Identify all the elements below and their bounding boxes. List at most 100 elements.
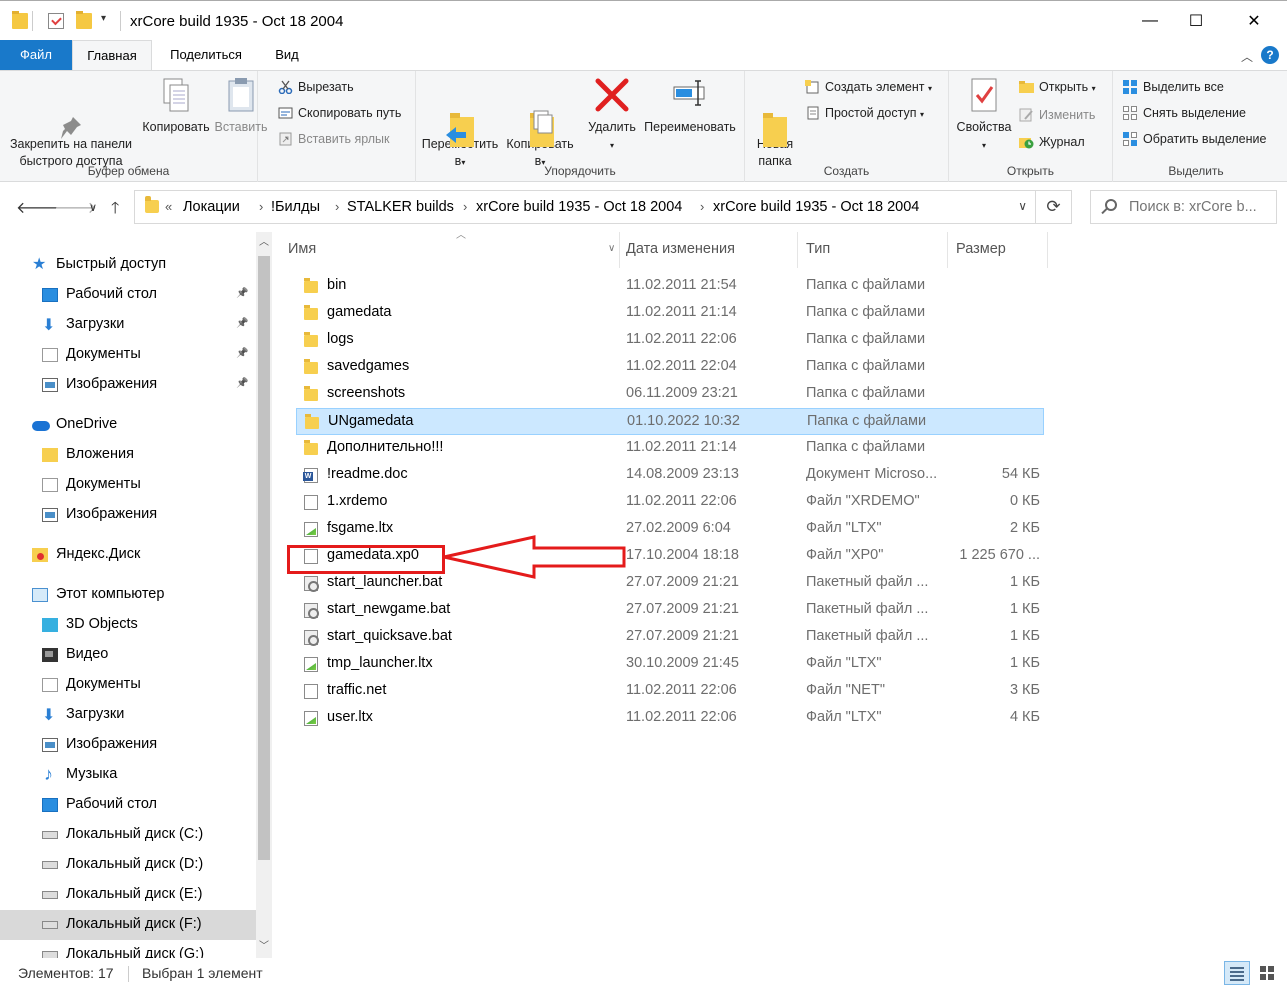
column-header-type[interactable]: Тип — [798, 232, 948, 268]
edit-button[interactable]: Изменить — [1017, 105, 1095, 125]
breadcrumb[interactable]: Локации — [183, 199, 240, 215]
breadcrumb-separator-icon[interactable]: › — [463, 199, 467, 214]
tab-home[interactable]: Главная — [72, 40, 152, 71]
breadcrumb[interactable]: !Билды — [271, 199, 320, 215]
properties-button[interactable]: Свойства ▾ — [953, 75, 1015, 154]
select-none-button[interactable]: Снять выделение — [1121, 103, 1246, 123]
file-row[interactable]: fsgame.ltx 27.02.2009 6:04 Файл "LTX" 2 КБ — [296, 516, 1044, 543]
breadcrumb[interactable]: xrCore build 1935 - Oct 18 2004 — [476, 199, 682, 215]
file-row[interactable]: tmp_launcher.ltx 30.10.2009 21:45 Файл "LT… — [296, 651, 1044, 678]
help-icon[interactable]: ? — [1261, 46, 1279, 64]
open-button[interactable]: Открыть ▾ — [1017, 77, 1096, 97]
details-view-icon[interactable] — [1224, 961, 1250, 985]
address-dropdown-chevron-icon[interactable]: ∨ — [1018, 199, 1027, 213]
sidebar-item[interactable]: Загрузки 📌 — [0, 310, 256, 340]
breadcrumb[interactable]: xrCore build 1935 - Oct 18 2004 — [713, 199, 919, 215]
rename-button[interactable]: Переименовать — [640, 75, 740, 136]
new-item-button[interactable]: Создать элемент ▾ — [803, 77, 932, 97]
delete-button[interactable]: Удалить ▾ — [582, 75, 642, 154]
history-button[interactable]: Журнал — [1017, 132, 1085, 152]
sidebar-item[interactable]: Рабочий стол — [0, 790, 256, 820]
sidebar-item[interactable]: Изображения — [0, 730, 256, 760]
minimize-button[interactable]: — — [1127, 1, 1173, 41]
file-row[interactable]: traffic.net 11.02.2011 22:06 Файл "NET" 3 К… — [296, 678, 1044, 705]
file-row[interactable]: 1.xrdemo 11.02.2011 22:06 Файл "XRDEMO" 0 К… — [296, 489, 1044, 516]
file-row[interactable]: user.ltx 11.02.2011 22:06 Файл "LTX" 4 КБ — [296, 705, 1044, 732]
file-row[interactable]: start_newgame.bat 27.07.2009 21:21 Пакетны… — [296, 597, 1044, 624]
file-row[interactable]: UNgamedata 01.10.2022 10:32 Папка с файлам… — [296, 408, 1044, 435]
copy-path-button[interactable]: Скопировать путь — [276, 103, 401, 123]
sidebar-item[interactable]: 3D Objects — [0, 610, 256, 640]
file-row[interactable]: start_quicksave.bat 27.07.2009 21:21 Пакет… — [296, 624, 1044, 651]
breadcrumb-separator-icon[interactable]: › — [259, 199, 263, 214]
column-filter-chevron-icon[interactable]: ∨ — [608, 232, 615, 266]
breadcrumb-separator-icon[interactable]: › — [700, 199, 704, 214]
properties-quick-icon[interactable] — [48, 13, 64, 29]
sidebar-item[interactable]: Локальный диск (E:) — [0, 880, 256, 910]
sidebar-item[interactable]: Локальный диск (D:) — [0, 850, 256, 880]
file-row[interactable]: screenshots 06.11.2009 23:21 Папка с файла… — [296, 381, 1044, 408]
move-to-button[interactable]: Переместить в▾ — [420, 75, 500, 171]
sidebar-item[interactable]: Загрузки — [0, 700, 256, 730]
sidebar-item[interactable]: Документы — [0, 670, 256, 700]
customize-quick-access-icon[interactable]: ▾ — [101, 13, 106, 24]
column-header-date[interactable]: Дата изменения — [618, 232, 798, 268]
tab-view[interactable]: Вид — [262, 40, 312, 70]
scroll-up-icon[interactable]: ︿ — [256, 234, 272, 252]
column-header-name[interactable]: ︿ Имя ∨ — [280, 231, 620, 268]
refresh-button[interactable]: ⟳ — [1036, 190, 1072, 224]
recent-locations-chevron-icon[interactable]: ∨ — [89, 201, 97, 214]
scroll-down-icon[interactable]: ﹀ — [256, 938, 272, 956]
file-row[interactable]: bin 11.02.2011 21:54 Папка с файлами — [296, 273, 1044, 300]
copy-button[interactable]: Копировать — [138, 75, 214, 136]
sidebar-item[interactable]: Изображения — [0, 500, 256, 530]
file-row[interactable]: gamedata 11.02.2011 21:14 Папка с файлами — [296, 300, 1044, 327]
invert-selection-icon — [1123, 132, 1138, 146]
new-folder-quick-icon[interactable] — [76, 11, 92, 29]
cut-button[interactable]: Вырезать — [276, 77, 354, 97]
column-header-size[interactable]: Размер — [948, 232, 1048, 268]
sidebar-item[interactable]: Видео — [0, 640, 256, 670]
breadcrumb-separator-icon[interactable]: › — [335, 199, 339, 214]
file-row[interactable]: savedgames 11.02.2011 22:04 Папка с файлам… — [296, 354, 1044, 381]
nav-scrollbar[interactable]: ︿ ﹀ — [256, 232, 272, 958]
sidebar-item[interactable]: Музыка — [0, 760, 256, 790]
back-arrow-icon[interactable]: 🡐 — [16, 197, 59, 218]
sidebar-item[interactable]: OneDrive — [0, 410, 256, 440]
sidebar-item[interactable]: Локальный диск (F:) — [0, 910, 256, 940]
breadcrumb-overflow[interactable]: « — [165, 199, 172, 214]
sidebar-item[interactable]: Изображения 📌 — [0, 370, 256, 400]
tab-share[interactable]: Поделиться — [158, 40, 254, 70]
new-folder-button[interactable]: Новая папка — [749, 75, 801, 170]
copy-to-button[interactable]: Копировать в▾ — [502, 75, 578, 171]
close-button[interactable]: ✕ — [1231, 1, 1277, 41]
file-row[interactable]: start_launcher.bat 27.07.2009 21:21 Пакетн… — [296, 570, 1044, 597]
sidebar-item[interactable]: Рабочий стол 📌 — [0, 280, 256, 310]
search-box[interactable] — [1090, 190, 1277, 224]
address-bar[interactable]: « Локации › !Билды › STALKER builds › xr… — [134, 190, 1036, 224]
easy-access-button[interactable]: Простой доступ ▾ — [803, 103, 924, 123]
file-row[interactable]: !readme.doc 14.08.2009 23:13 Документ Micr… — [296, 462, 1044, 489]
large-icons-view-icon[interactable] — [1256, 962, 1278, 984]
collapse-ribbon-icon[interactable]: ︿ — [1241, 48, 1253, 65]
sidebar-item[interactable]: Этот компьютер — [0, 580, 256, 610]
paste-shortcut-button[interactable]: Вставить ярлык — [276, 129, 390, 149]
pin-to-quick-access-button[interactable]: Закрепить на панели быстрого доступа — [6, 75, 136, 170]
up-arrow-icon[interactable]: 🡑 — [111, 197, 119, 224]
sidebar-item[interactable]: ★ Быстрый доступ — [0, 250, 256, 280]
tab-file[interactable]: Файл — [0, 40, 72, 70]
search-input[interactable] — [1129, 191, 1274, 223]
scrollbar-thumb[interactable] — [258, 256, 270, 860]
file-row[interactable]: logs 11.02.2011 22:06 Папка с файлами — [296, 327, 1044, 354]
sidebar-item[interactable]: Яндекс.Диск — [0, 540, 256, 570]
maximize-button[interactable]: ☐ — [1173, 1, 1219, 41]
sidebar-item[interactable]: Вложения — [0, 440, 256, 470]
invert-selection-button[interactable]: Обратить выделение — [1121, 129, 1266, 149]
file-row[interactable]: Дополнительно!!! 11.02.2011 21:14 Папка с … — [296, 435, 1044, 462]
sidebar-item[interactable]: Документы — [0, 470, 256, 500]
sidebar-item[interactable]: Локальный диск (G:) — [0, 940, 256, 958]
select-all-button[interactable]: Выделить все — [1121, 77, 1224, 97]
sidebar-item[interactable]: Локальный диск (C:) — [0, 820, 256, 850]
sidebar-item[interactable]: Документы 📌 — [0, 340, 256, 370]
breadcrumb[interactable]: STALKER builds — [347, 199, 454, 215]
